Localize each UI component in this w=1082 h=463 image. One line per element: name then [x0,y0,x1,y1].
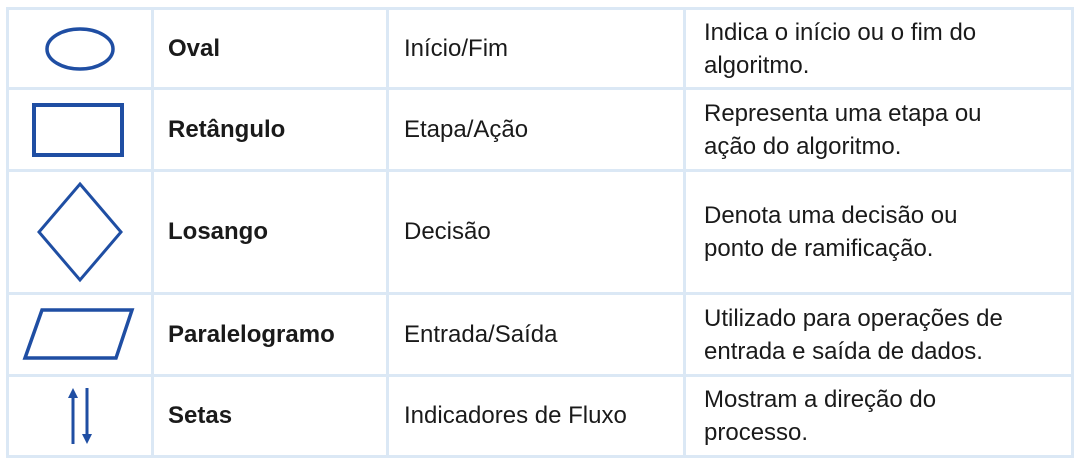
symbol-cell [6,169,154,295]
oval-icon [45,26,115,71]
description-line: ponto de ramificação. [704,235,934,262]
symbol-name: Retângulo [151,87,389,172]
description-line: algoritmo. [704,51,810,79]
symbol-meaning: Entrada/Saída [386,292,686,377]
description-line: Representa uma etapa ou [704,99,982,127]
symbol-name: Setas [151,374,389,458]
symbol-meaning: Etapa/Ação [386,87,686,172]
symbol-cell [6,87,154,172]
symbol-cell [6,292,154,377]
arrows-icon [68,388,92,444]
table-row: Retângulo Etapa/Ação Representa uma etap… [6,87,1074,172]
diamond-icon [37,181,123,283]
description-line: ação do algoritmo. [704,132,902,160]
symbol-meaning: Decisão [386,169,686,295]
description-line: processo. [704,419,809,446]
flowchart-symbols-table: Oval Início/Fim Indica o início ou o fim… [6,7,1074,458]
symbol-meaning: Indicadores de Fluxo [386,374,686,458]
table-row: Setas Indicadores de Fluxo Mostram a dir… [6,374,1074,458]
parallelogram-icon [22,307,135,360]
symbol-name: Oval [151,7,389,90]
description-line: entrada e saída de dados. [704,337,983,365]
symbol-description: Mostram a direção do processo. [683,374,1074,458]
table-row: Paralelogramo Entrada/Saída Utilizado pa… [6,292,1074,377]
symbol-description: Denota uma decisão ou ponto de ramificaç… [683,169,1074,295]
symbol-name: Paralelogramo [151,292,389,377]
table-row: Oval Início/Fim Indica o início ou o fim… [6,7,1074,90]
symbol-meaning: Início/Fim [386,7,686,90]
symbol-description: Representa uma etapa ou ação do algoritm… [683,87,1074,172]
description-line: Indica o início ou o fim do [704,18,977,46]
rectangle-icon [32,102,124,157]
description-line: Mostram a direção do [704,386,937,413]
symbol-description: Utilizado para operações de entrada e sa… [683,292,1074,377]
symbol-cell [6,7,154,90]
description-line: Utilizado para operações de [704,304,1003,332]
symbol-name: Losango [151,169,389,295]
description-line: Denota uma decisão ou [704,202,958,229]
symbol-cell [6,374,154,458]
table-row: Losango Decisão Denota uma decisão ou po… [6,169,1074,295]
symbol-description: Indica o início ou o fim do algoritmo. [683,7,1074,90]
